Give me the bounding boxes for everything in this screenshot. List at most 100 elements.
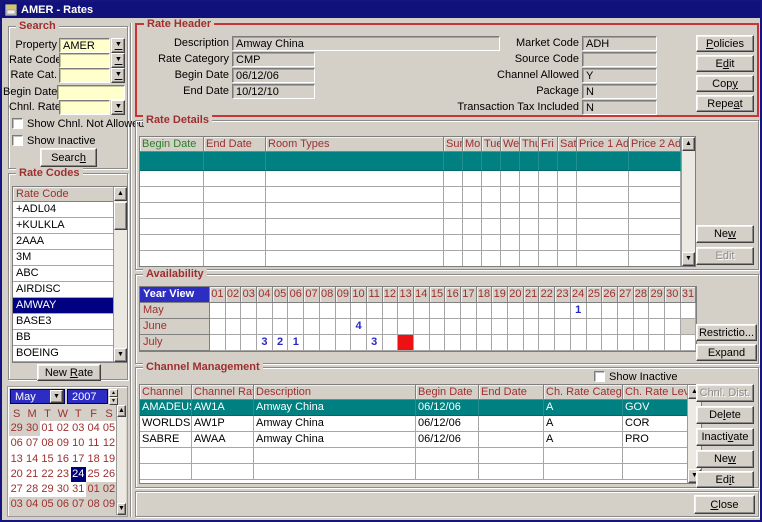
- calendar-day[interactable]: 03: [9, 497, 24, 512]
- calendar-day[interactable]: 22: [40, 467, 55, 482]
- availability-cell[interactable]: [336, 335, 352, 351]
- availability-cell[interactable]: [634, 319, 650, 335]
- availability-cell[interactable]: [492, 335, 508, 351]
- availability-cell[interactable]: [602, 303, 618, 319]
- rate-code-item[interactable]: 2AAA: [13, 234, 114, 250]
- cell[interactable]: [501, 187, 520, 203]
- calendar-day[interactable]: 29: [40, 482, 55, 497]
- cell[interactable]: [539, 235, 558, 251]
- calendar-day[interactable]: 29: [9, 421, 24, 436]
- cell[interactable]: [444, 152, 463, 171]
- availability-cell[interactable]: [241, 335, 257, 351]
- availability-cell[interactable]: [477, 303, 493, 319]
- rate-code-item[interactable]: BOEING: [13, 346, 114, 362]
- cell[interactable]: [463, 203, 482, 219]
- calendar-day[interactable]: 10: [71, 436, 86, 451]
- package-field[interactable]: N: [582, 84, 657, 99]
- cell[interactable]: [558, 219, 577, 235]
- cell[interactable]: [444, 251, 463, 267]
- cell[interactable]: [266, 152, 444, 171]
- calendar-day[interactable]: 15: [40, 452, 55, 467]
- cell[interactable]: [577, 219, 629, 235]
- calendar-day[interactable]: 26: [101, 467, 116, 482]
- availability-cell[interactable]: [430, 319, 446, 335]
- rate-code-item[interactable]: ABC: [13, 266, 114, 282]
- scroll-up-icon[interactable]: ▲: [117, 405, 126, 417]
- availability-cell[interactable]: [414, 335, 430, 351]
- cell[interactable]: [558, 171, 577, 187]
- availability-cell[interactable]: [367, 319, 383, 335]
- availability-cell[interactable]: [477, 319, 493, 335]
- cell[interactable]: [266, 235, 444, 251]
- cell[interactable]: [482, 235, 501, 251]
- cell[interactable]: [501, 152, 520, 171]
- availability-cell[interactable]: [665, 335, 681, 351]
- calendar-day[interactable]: 01: [40, 421, 55, 436]
- availability-cell[interactable]: [602, 335, 618, 351]
- availability-cell[interactable]: [461, 335, 477, 351]
- rate-codes-scrollbar[interactable]: ▲ ▼: [113, 187, 127, 362]
- cell[interactable]: [140, 219, 204, 235]
- cell[interactable]: [577, 235, 629, 251]
- property-lov-button[interactable]: ▼: [111, 38, 125, 53]
- rate-cat-input[interactable]: [59, 68, 110, 83]
- availability-cell[interactable]: [681, 335, 697, 351]
- calendar-day[interactable]: 30: [24, 421, 39, 436]
- cell[interactable]: [520, 187, 539, 203]
- new-rate-button[interactable]: New Rate: [37, 364, 101, 381]
- cell[interactable]: [444, 235, 463, 251]
- delete-button[interactable]: Delete: [696, 406, 754, 424]
- calendar-day[interactable]: 05: [40, 497, 55, 512]
- calendar-day[interactable]: 14: [24, 452, 39, 467]
- calendar-day[interactable]: 23: [55, 467, 70, 482]
- transaction-tax-included-field[interactable]: N: [582, 100, 657, 115]
- rate-details-selected-row[interactable]: [140, 152, 695, 171]
- availability-cell[interactable]: [508, 319, 524, 335]
- cell[interactable]: [482, 251, 501, 267]
- channel-allowed-field[interactable]: Y: [582, 68, 657, 83]
- year-spin-up-icon[interactable]: ▲: [109, 389, 118, 397]
- cell[interactable]: [520, 251, 539, 267]
- cell[interactable]: [539, 152, 558, 171]
- rate-cat-lov-button[interactable]: ▼: [111, 68, 125, 83]
- scrollbar-thumb[interactable]: [114, 202, 127, 230]
- end-date-header-field[interactable]: 10/12/10: [232, 84, 315, 99]
- cell[interactable]: [629, 187, 681, 203]
- calendar-day[interactable]: 28: [24, 482, 39, 497]
- rate-code-item[interactable]: +ADL04: [13, 202, 114, 218]
- calendar-day[interactable]: 08: [86, 497, 101, 512]
- cell[interactable]: [444, 219, 463, 235]
- scroll-down-icon[interactable]: ▼: [117, 503, 126, 515]
- availability-cell[interactable]: [288, 319, 304, 335]
- calendar-day[interactable]: 09: [55, 436, 70, 451]
- availability-cell[interactable]: [445, 319, 461, 335]
- availability-cell[interactable]: [430, 335, 446, 351]
- cell[interactable]: [266, 219, 444, 235]
- cell[interactable]: [204, 219, 266, 235]
- calendar-day[interactable]: 20: [9, 467, 24, 482]
- cell[interactable]: [140, 251, 204, 267]
- cell[interactable]: [558, 235, 577, 251]
- availability-cell[interactable]: [508, 303, 524, 319]
- edit-channel-button[interactable]: Edit: [696, 471, 754, 488]
- rate-details-row[interactable]: [140, 251, 695, 267]
- year-spin-down-icon[interactable]: ▼: [109, 397, 118, 405]
- availability-cell[interactable]: [226, 303, 242, 319]
- repeat-button[interactable]: Repeat: [696, 95, 754, 112]
- cell[interactable]: [140, 203, 204, 219]
- cell[interactable]: [558, 187, 577, 203]
- cell[interactable]: [501, 219, 520, 235]
- cell[interactable]: [140, 171, 204, 187]
- calendar-day[interactable]: 17: [71, 452, 86, 467]
- availability-cell[interactable]: 3: [257, 335, 273, 351]
- scroll-down-icon[interactable]: ▼: [114, 348, 127, 362]
- cell[interactable]: [577, 171, 629, 187]
- show-inactive-channel-checkbox[interactable]: [594, 371, 605, 382]
- cell[interactable]: [266, 187, 444, 203]
- availability-cell[interactable]: [539, 335, 555, 351]
- availability-cell[interactable]: [241, 303, 257, 319]
- calendar-day[interactable]: 08: [40, 436, 55, 451]
- cell[interactable]: [629, 152, 681, 171]
- cell[interactable]: [482, 203, 501, 219]
- cell[interactable]: [482, 219, 501, 235]
